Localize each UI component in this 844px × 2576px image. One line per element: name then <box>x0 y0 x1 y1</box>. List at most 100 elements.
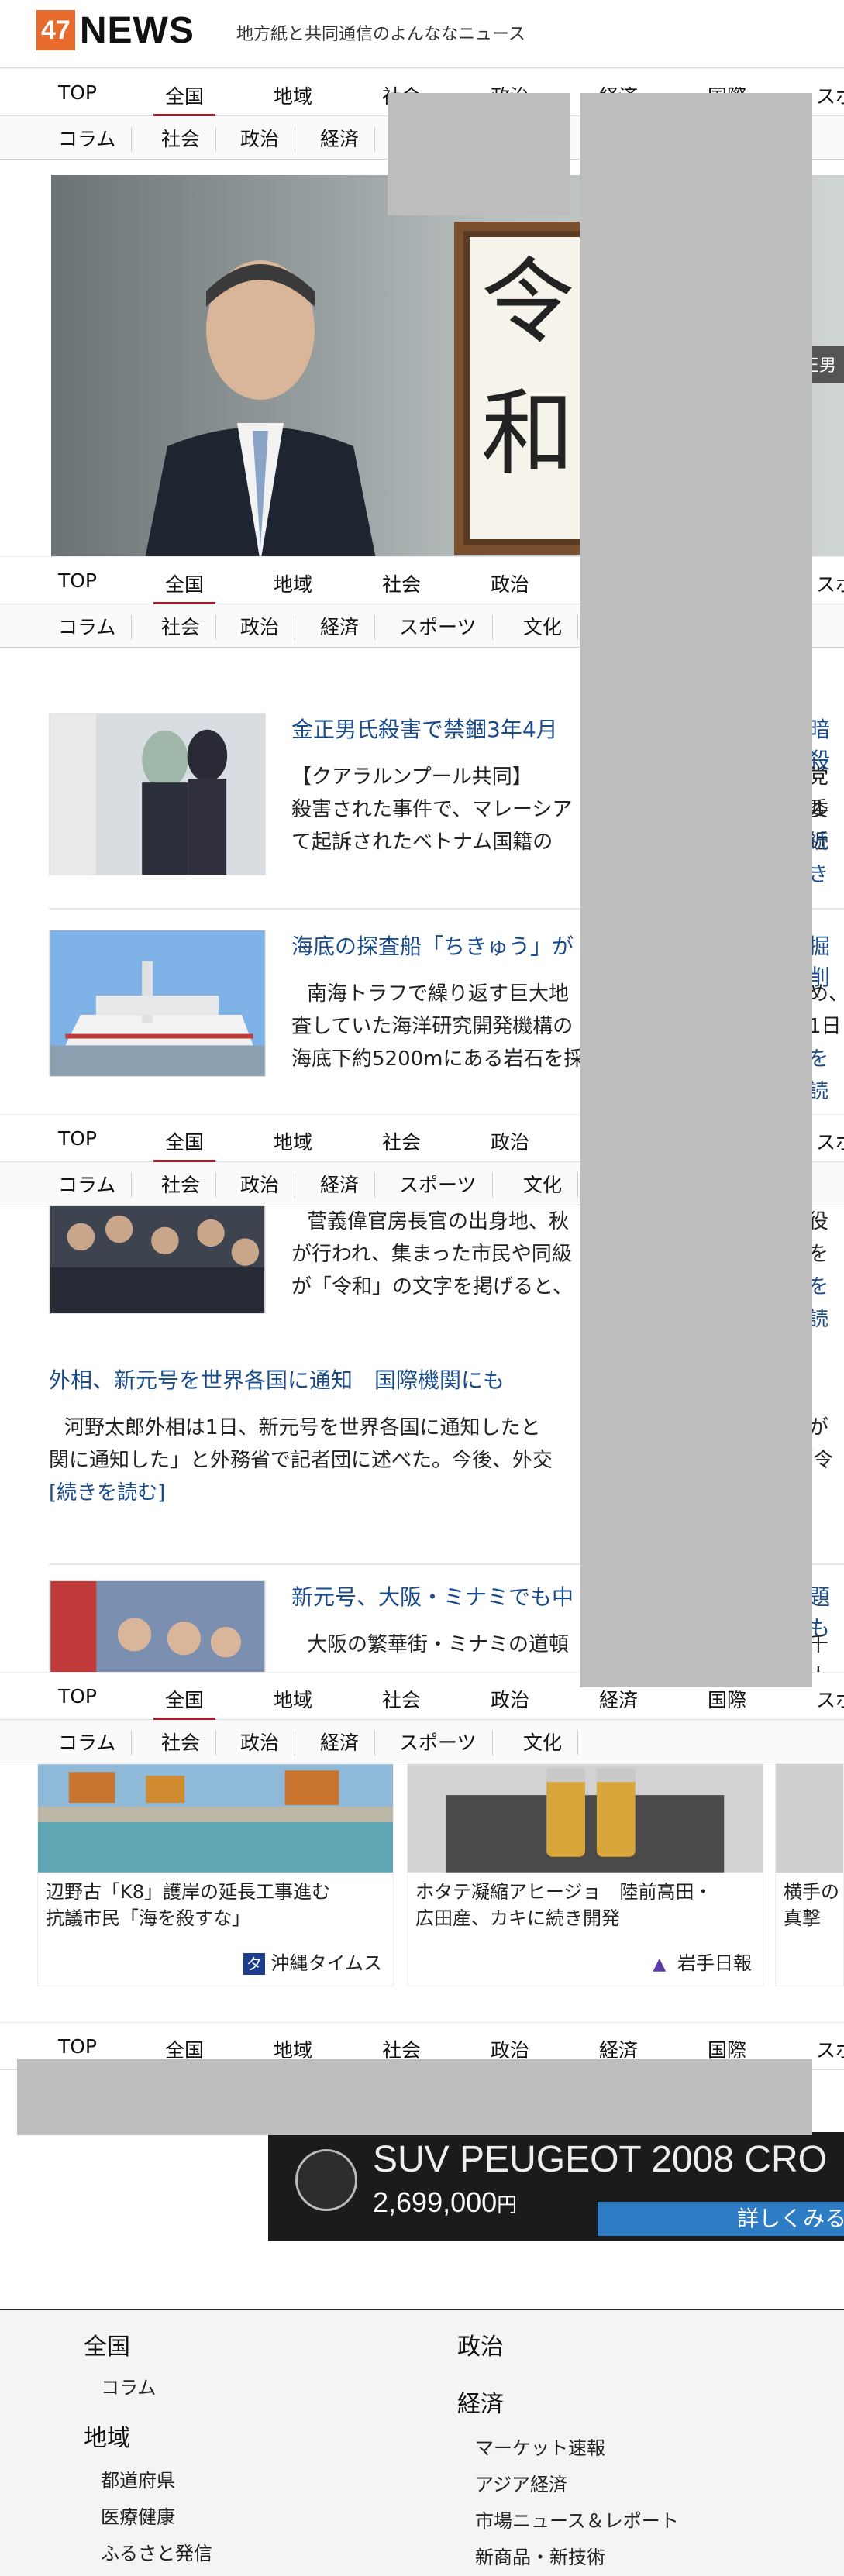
subnav-item-column[interactable]: コラム <box>43 1173 133 1198</box>
ad-headline: SUV PEUGEOT 2008 CRO <box>373 2139 827 2180</box>
footer-link-health[interactable]: 医療健康 <box>101 2502 175 2529</box>
logo-number: 47 <box>36 10 75 50</box>
subnav-item-politics[interactable]: 政治 <box>225 1731 296 1756</box>
read-more-link[interactable]: 続き <box>808 826 844 891</box>
nav-item-region[interactable]: 地域 <box>250 569 336 597</box>
sub-nav-sticky: コラム 社会 政治 経済 スポーツ 文化 <box>0 1720 844 1763</box>
regional-card[interactable]: 横手の 真撃 <box>775 1763 844 1986</box>
site-tagline: 地方紙と共同通信のよんななニュース <box>236 25 525 44</box>
nav-item-region[interactable]: 地域 <box>250 1685 336 1713</box>
article-title[interactable]: 金正男氏殺害で禁錮3年4月 <box>291 713 558 744</box>
advertisement-banner[interactable]: SUV PEUGEOT 2008 CRO 2,699,000円 詳しくみる <box>268 2132 844 2241</box>
footer-link-economy[interactable]: 経済 <box>457 2385 504 2419</box>
article-text: 関に通知した」と外務省で記者団に述べた。今後、外交 <box>49 1449 553 1472</box>
subnav-item-sports[interactable]: スポーツ <box>384 615 493 640</box>
article-title[interactable]: 外相、新元号を世界各国に通知 国際機関にも <box>49 1364 505 1395</box>
footer-link-prefectures[interactable]: 都道府県 <box>101 2465 175 2492</box>
nav-item-sports[interactable]: スポ <box>793 1685 844 1713</box>
nav-item-politics[interactable]: 政治 <box>467 569 553 597</box>
nav-item-national[interactable]: 全国 <box>142 1685 227 1721</box>
site-footer: 全国 コラム 地域 都道府県 医療健康 ふるさと発信 政治 経済 マーケット速報… <box>0 2309 844 2576</box>
subnav-item-column[interactable]: コラム <box>43 1731 133 1756</box>
nav-item-top[interactable]: TOP <box>35 1685 120 1708</box>
nav-item-economy[interactable]: 経済 <box>576 1685 661 1713</box>
nav-item-region[interactable]: 地域 <box>250 1127 336 1155</box>
footer-link-new-products[interactable]: 新商品・新技術 <box>475 2542 605 2569</box>
footer-link-market-report[interactable]: 市場ニュース＆レポート <box>475 2505 679 2533</box>
read-more-link[interactable]: を読 <box>808 1043 844 1108</box>
article-text: て起訴されたベトナム国籍の <box>291 831 553 854</box>
newspaper-logo-icon: タ <box>243 1953 265 1975</box>
article-text: 南海トラフで繰り返す巨大地 <box>307 982 570 1006</box>
subnav-item-politics[interactable]: 政治 <box>225 1173 296 1198</box>
article-text: が行われ、集まった市民や同級 <box>291 1243 572 1266</box>
logo-word: NEWS <box>79 9 195 51</box>
subnav-item-economy[interactable]: 経済 <box>305 615 376 640</box>
article-text: 河野太郎外相は1日、新元号を世界各国に通知したと <box>64 1416 541 1439</box>
subnav-item-society[interactable]: 社会 <box>146 1731 217 1756</box>
subnav-item-column[interactable]: コラム <box>43 615 133 640</box>
footer-link-column[interactable]: コラム <box>101 2372 156 2399</box>
article-text: 査していた海洋研究開発機構の <box>291 1015 574 1038</box>
read-more-link[interactable]: を読 <box>808 1271 844 1336</box>
ad-placeholder <box>388 93 570 215</box>
subnav-item-economy[interactable]: 経済 <box>305 127 376 152</box>
nav-item-politics[interactable]: 政治 <box>467 1685 553 1713</box>
regional-card[interactable]: ホタテ凝縮アヒージョ 陸前高田・ 広田産、カキに続き開発 ▲ 岩手日報 <box>407 1763 763 1986</box>
subnav-item-culture[interactable]: 文化 <box>508 615 579 640</box>
site-logo[interactable]: 47 NEWS <box>36 8 195 53</box>
subnav-item-society[interactable]: 社会 <box>146 615 217 640</box>
read-more-link[interactable]: [続きを読む] <box>49 1477 165 1509</box>
article-text: が「令和」の文字を掲げると、 <box>291 1275 573 1298</box>
subnav-item-society[interactable]: 社会 <box>146 127 217 152</box>
article-title[interactable]: 新元号、大阪・ミナミでも中 <box>291 1580 574 1611</box>
article-thumbnail <box>49 1580 266 1673</box>
card-image <box>38 1764 393 1873</box>
article-title[interactable]: 海底の探査船「ちきゅう」が <box>291 930 574 961</box>
subnav-item-society[interactable]: 社会 <box>146 1173 217 1198</box>
footer-link-asia-economy[interactable]: アジア経済 <box>475 2469 567 2496</box>
footer-link-region[interactable]: 地域 <box>84 2419 130 2453</box>
nav-item-national[interactable]: 全国 <box>142 1127 227 1164</box>
footer-link-furusato[interactable]: ふるさと発信 <box>101 2538 212 2565</box>
subnav-item-politics[interactable]: 政治 <box>225 127 296 152</box>
subnav-item-culture[interactable]: 文化 <box>508 1731 579 1756</box>
ad-placeholder-banner <box>17 2059 812 2135</box>
nav-item-world[interactable]: 国際 <box>684 1685 770 1713</box>
nav-item-top[interactable]: TOP <box>35 2035 120 2058</box>
nav-item-society[interactable]: 社会 <box>359 1127 444 1155</box>
nav-item-national[interactable]: 全国 <box>142 569 227 606</box>
article-text-tail: 1日 <box>808 1015 842 1038</box>
footer-link-politics[interactable]: 政治 <box>457 2327 504 2361</box>
subnav-item-sports[interactable]: スポーツ <box>384 1731 493 1756</box>
nav-item-politics[interactable]: 政治 <box>467 1127 553 1155</box>
nav-item-top[interactable]: TOP <box>35 1127 120 1150</box>
card-title: 辺野古「K8」護岸の延長工事進む 抗議市民「海を殺すな」 <box>46 1881 331 1929</box>
article-text: 殺害された事件で、マレーシア <box>291 798 573 821</box>
card-title: ホタテ凝縮アヒージョ 陸前高田・ 広田産、カキに続き開発 <box>415 1881 713 1929</box>
nav-item-top[interactable]: TOP <box>35 81 120 104</box>
subnav-item-sports[interactable]: スポーツ <box>384 1173 493 1198</box>
article-thumbnail <box>49 930 266 1077</box>
footer-link-market[interactable]: マーケット速報 <box>475 2433 605 2460</box>
subnav-item-culture[interactable]: 文化 <box>508 1173 579 1198</box>
subnav-item-economy[interactable]: 経済 <box>305 1731 376 1756</box>
article-thumbnail <box>49 713 266 875</box>
subnav-item-column[interactable]: コラム <box>43 127 133 152</box>
regional-card[interactable]: 辺野古「K8」護岸の延長工事進む 抗議市民「海を殺すな」 タ 沖縄タイムス <box>37 1763 394 1986</box>
nav-item-society[interactable]: 社会 <box>359 1685 444 1713</box>
newspaper-logo-icon: ▲ <box>653 1955 667 1974</box>
ad-cta-button[interactable]: 詳しくみる <box>598 2202 844 2236</box>
nav-item-society[interactable]: 社会 <box>359 569 444 597</box>
calligraphy-text: 令和 <box>470 237 586 539</box>
ad-price: 2,699,000円 <box>373 2186 518 2218</box>
article-text: 菅義偉官房長官の出身地、秋 <box>307 1210 570 1233</box>
subnav-item-economy[interactable]: 経済 <box>305 1173 376 1198</box>
subnav-item-politics[interactable]: 政治 <box>225 615 296 640</box>
footer-link-national[interactable]: 全国 <box>84 2327 130 2361</box>
nav-item-national[interactable]: 全国 <box>142 81 227 118</box>
nav-item-top[interactable]: TOP <box>35 569 120 592</box>
nav-item-region[interactable]: 地域 <box>250 81 336 109</box>
card-source: ▲ 岩手日報 <box>653 1952 752 1974</box>
person-photo <box>145 260 376 556</box>
